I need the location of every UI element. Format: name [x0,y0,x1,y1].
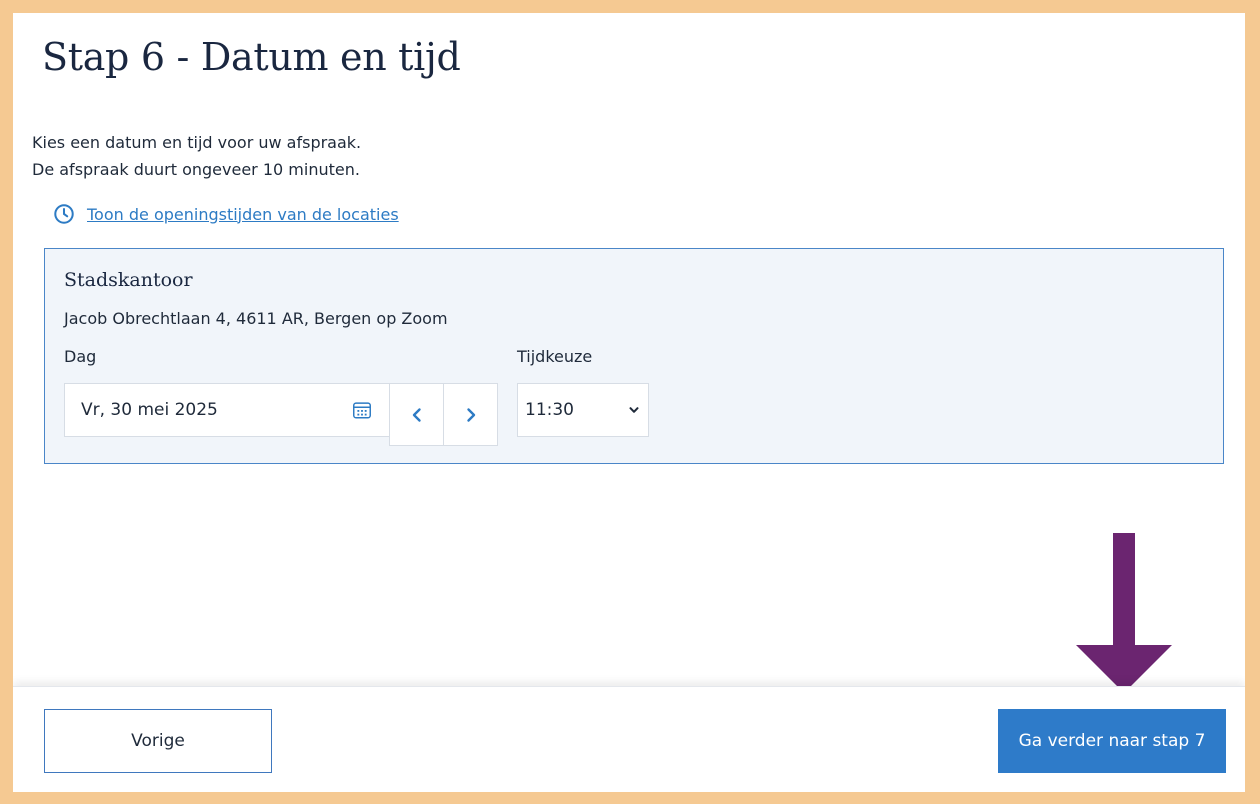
previous-day-button[interactable] [389,383,444,446]
clock-icon [53,203,75,225]
footer-bar: Vorige Ga verder naar stap 7 [13,686,1245,792]
date-value[interactable]: Vr, 30 mei 2025 [81,400,351,420]
time-value[interactable]: 11:30 [525,400,628,420]
time-label: Tijdkeuze [517,347,593,366]
opening-hours-link[interactable]: Toon de openingstijden van de locaties [53,203,399,225]
page-title: Stap 6 - Datum en tijd [42,35,461,79]
intro-line-2: De afspraak duurt ongeveer 10 minuten. [32,160,360,179]
next-day-button[interactable] [443,383,498,446]
time-select[interactable]: 11:30 [517,383,649,437]
previous-button[interactable]: Vorige [44,709,272,773]
calendar-icon[interactable] [351,399,373,421]
location-card: Stadskantoor Jacob Obrechtlaan 4, 4611 A… [44,248,1224,464]
day-label: Dag [64,347,97,366]
chevron-right-icon [463,407,479,423]
continue-button[interactable]: Ga verder naar stap 7 [998,709,1226,773]
location-name: Stadskantoor [64,269,193,291]
intro-line-1: Kies een datum en tijd voor uw afspraak. [32,133,362,152]
arrow-down-icon [1076,533,1172,693]
intro-text: Kies een datum en tijd voor uw afspraak.… [32,129,361,183]
page-panel: Stap 6 - Datum en tijd Kies een datum en… [13,13,1245,792]
chevron-down-icon [628,404,640,416]
chevron-left-icon [409,407,425,423]
opening-hours-link-label[interactable]: Toon de openingstijden van de locaties [87,205,399,224]
location-address: Jacob Obrechtlaan 4, 4611 AR, Bergen op … [64,309,448,328]
date-input[interactable]: Vr, 30 mei 2025 [64,383,390,437]
